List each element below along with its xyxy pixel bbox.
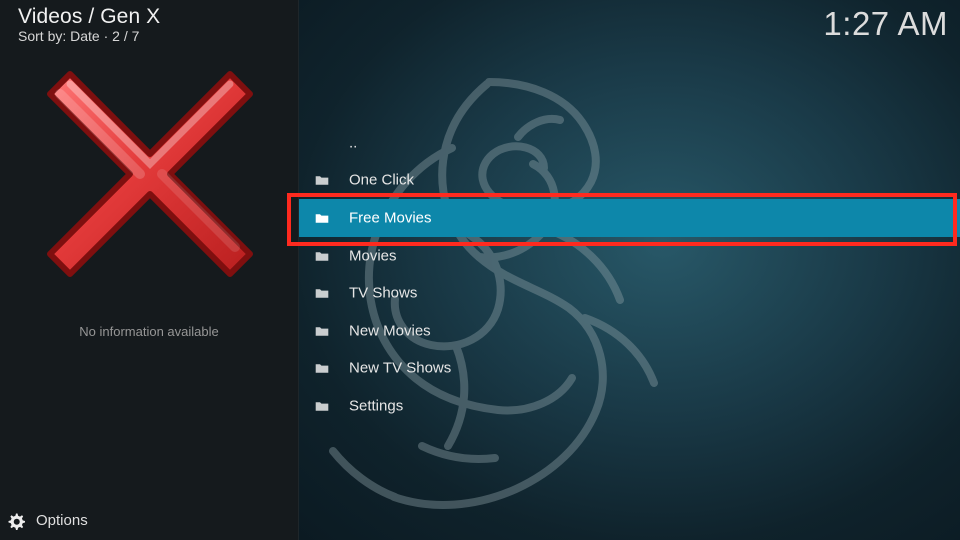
list-item-movies[interactable]: Movies xyxy=(299,237,960,275)
folder-icon xyxy=(315,289,329,298)
list-item-parent[interactable]: .. xyxy=(299,124,960,162)
list-item-one-click[interactable]: One Click xyxy=(299,162,960,200)
options-label: Options xyxy=(36,512,88,529)
list-item-label: New Movies xyxy=(349,322,431,340)
file-list: .. One Click Free Movies Movies TV Shows xyxy=(299,124,960,425)
gear-icon xyxy=(8,513,25,530)
folder-icon xyxy=(315,251,329,261)
no-info-text: No information available xyxy=(79,324,219,339)
list-item-label: New TV Shows xyxy=(349,359,452,377)
clock: 1:27 AM xyxy=(823,5,948,42)
list-item-settings[interactable]: Settings xyxy=(299,387,960,425)
list-item-label: Settings xyxy=(349,397,404,415)
folder-icon xyxy=(315,327,329,336)
list-item-label: TV Shows xyxy=(349,284,418,302)
list-item-label: One Click xyxy=(349,171,415,189)
list-item-label: Free Movies xyxy=(349,209,432,227)
list-item-label: .. xyxy=(349,134,358,152)
folder-icon xyxy=(315,176,329,186)
options-button[interactable]: Options xyxy=(0,507,298,537)
list-item-free-movies[interactable]: Free Movies xyxy=(299,199,960,237)
folder-icon xyxy=(315,364,329,374)
folder-icon xyxy=(315,402,329,411)
list-item-new-tv-shows[interactable]: New TV Shows xyxy=(299,350,960,388)
list-item-label: Movies xyxy=(349,247,397,265)
sort-info: Sort by: Date · 2 / 7 xyxy=(18,28,140,44)
red-x-icon xyxy=(47,71,253,277)
list-item-tv-shows[interactable]: TV Shows xyxy=(299,274,960,312)
page-title: Videos / Gen X xyxy=(18,5,161,28)
list-item-new-movies[interactable]: New Movies xyxy=(299,312,960,350)
folder-icon xyxy=(315,214,329,223)
kodi-window: Videos / Gen X Sort by: Date · 2 / 7 1:2… xyxy=(0,0,960,540)
